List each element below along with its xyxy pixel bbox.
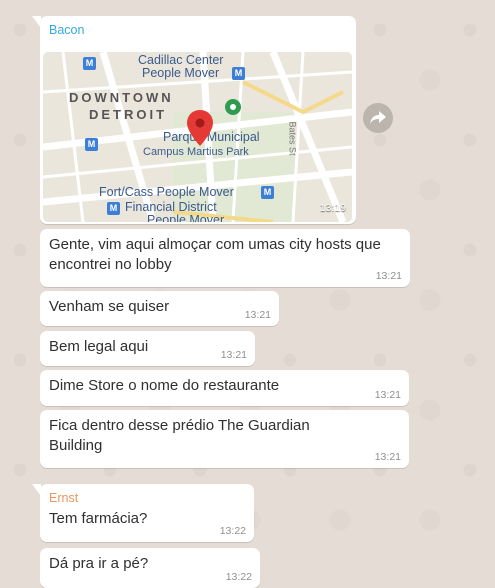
message-time: 13:22 — [225, 571, 252, 583]
map-district-label: DETROIT — [89, 107, 168, 122]
map-pin-icon — [187, 110, 213, 146]
map-preview[interactable]: M Cadillac Center People Mover M DOWNTOW… — [43, 52, 352, 222]
message-bubble[interactable]: Venham se quiser 13:21 — [40, 291, 279, 326]
message-time: 13:21 — [244, 309, 271, 321]
map-label: Campus Martius Park — [143, 146, 249, 158]
message-bubble[interactable]: Dá pra ir a pé? 13:22 — [40, 548, 260, 588]
message-text: Venham se quiser — [49, 298, 170, 315]
metro-station-icon: M — [232, 67, 245, 80]
message-text: Dime Store o nome do restaurante — [49, 377, 280, 394]
message-bubble[interactable]: Dime Store o nome do restaurante 13:21 — [40, 370, 409, 406]
sender-name: Ernst — [49, 491, 79, 505]
sender-name: Bacon — [49, 23, 85, 37]
map-district-label: DOWNTOWN — [69, 90, 174, 105]
message-time: 13:21 — [220, 349, 247, 361]
metro-station-icon: M — [107, 202, 120, 215]
forward-button[interactable] — [363, 103, 393, 133]
map-label: People Mover — [142, 66, 220, 80]
map-label: People Mover — [147, 213, 225, 223]
message-bubble[interactable]: Fica dentro desse prédio The Guardian Bu… — [40, 410, 409, 468]
forward-arrow-icon — [370, 111, 386, 124]
message-time: 13:21 — [374, 451, 401, 463]
message-time: 13:21 — [375, 270, 402, 282]
location-message[interactable]: Bacon M Cadillac Center People Mover M D… — [40, 16, 356, 224]
message-time: 13:21 — [374, 389, 401, 401]
message-time: 13:19 — [319, 202, 346, 214]
metro-station-icon: M — [85, 138, 98, 151]
message-text: Gente, vim aqui almoçar com umas city ho… — [49, 236, 381, 273]
message-bubble[interactable]: Bem legal aqui 13:21 — [40, 331, 255, 366]
metro-station-icon: M — [83, 57, 96, 70]
metro-station-icon: M — [261, 186, 274, 199]
message-bubble[interactable]: Ernst Tem farmácia? 13:22 — [40, 484, 254, 542]
message-text: Fica dentro desse prédio The Guardian Bu… — [49, 417, 310, 454]
street-label: Bates St — [287, 121, 298, 156]
message-bubble[interactable]: Gente, vim aqui almoçar com umas city ho… — [40, 229, 410, 287]
map-label: Fort/Cass People Mover — [99, 185, 234, 199]
message-time: 13:22 — [219, 525, 246, 537]
